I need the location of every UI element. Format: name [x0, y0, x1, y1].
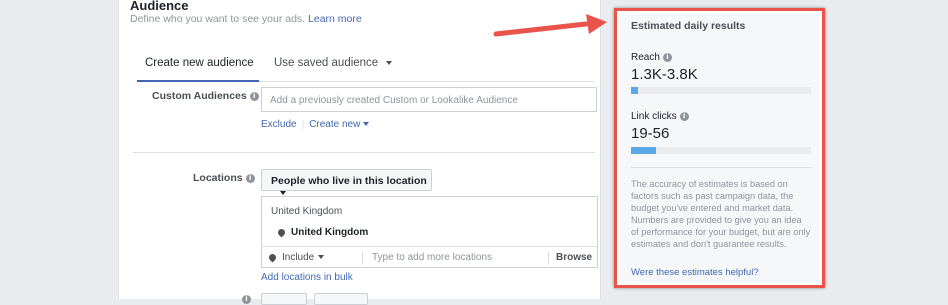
location-group-header: United Kingdom [271, 206, 343, 217]
location-search-input[interactable]: Type to add more locations [372, 252, 492, 263]
chevron-down-icon [318, 255, 325, 260]
custom-audiences-label: Custom Audiences i [152, 90, 259, 102]
estimates-title: Estimated daily results [631, 20, 746, 32]
info-icon[interactable]: i [662, 52, 672, 62]
tab-use-saved-audience[interactable]: Use saved audience [274, 57, 393, 69]
estimates-disclaimer: The accuracy of estimates is based on fa… [631, 179, 811, 250]
create-new-link[interactable]: Create new [309, 119, 370, 130]
label-text: Reach [631, 52, 660, 63]
tab-label: Create new audience [145, 57, 254, 69]
label-text: Locations [193, 172, 243, 184]
include-dropdown[interactable]: Include [267, 252, 325, 263]
learn-more-link[interactable]: Learn more [308, 13, 362, 25]
tab-label: Use saved audience [274, 57, 379, 69]
custom-audience-input[interactable]: Add a previously created Custom or Looka… [261, 87, 597, 112]
input-placeholder: Add a previously created Custom or Looka… [270, 95, 518, 106]
link-clicks-value: 19-56 [631, 125, 670, 142]
section-description: Define who you want to see your ads. Lea… [130, 13, 362, 25]
tab-create-new-audience[interactable]: Create new audience [145, 57, 254, 69]
dropdown-value: People who live in this location [271, 175, 427, 187]
reach-value: 1.3K-3.8K [631, 66, 698, 83]
annotation-arrow [493, 14, 607, 37]
chevron-down-icon [280, 191, 286, 196]
info-icon[interactable]: i [679, 111, 689, 121]
locations-label: Locations i [193, 172, 255, 184]
section-divider [133, 152, 595, 153]
location-pin-icon [276, 227, 287, 238]
chevron-down-icon [386, 60, 393, 65]
info-icon[interactable]: i [249, 91, 259, 101]
location-add-bar: Include Type to add more locations Brows… [262, 246, 597, 269]
reach-bar-fill [631, 87, 639, 94]
description-text: Define who you want to see your ads. [130, 13, 306, 25]
selected-location[interactable]: United Kingdom [276, 227, 369, 238]
estimates-divider [631, 167, 811, 168]
reach-bar [631, 87, 811, 94]
link-clicks-bar-fill [631, 147, 657, 154]
estimates-feedback-link[interactable]: Were these estimates helpful? [631, 267, 759, 278]
select-control[interactable] [261, 293, 307, 305]
divider [548, 251, 549, 265]
label-text: Custom Audiences [152, 90, 247, 102]
location-pin-icon [267, 252, 278, 263]
select-control[interactable] [314, 293, 368, 305]
exclude-link[interactable]: Exclude [261, 119, 297, 130]
locations-box: United Kingdom United Kingdom Include Ty… [261, 196, 598, 268]
chevron-down-icon [363, 122, 370, 127]
active-tab-indicator [137, 80, 259, 82]
reach-label: Reach i [631, 52, 672, 63]
info-icon[interactable]: i [242, 295, 251, 304]
link-clicks-label: Link clicks i [631, 111, 689, 122]
create-new-label: Create new [309, 119, 361, 130]
label-text: Link clicks [631, 111, 677, 122]
location-name: United Kingdom [291, 227, 369, 238]
divider [362, 251, 363, 265]
info-icon[interactable]: i [245, 173, 255, 183]
add-locations-bulk-link[interactable]: Add locations in bulk [261, 272, 353, 283]
custom-audience-actions: Exclude | Create new [261, 119, 370, 130]
section-title: Audience [130, 0, 189, 13]
link-separator: | [301, 119, 305, 130]
link-clicks-bar [631, 147, 811, 154]
location-type-dropdown[interactable]: People who live in this location [261, 169, 432, 196]
include-label: Include [282, 252, 315, 263]
browse-button[interactable]: Browse [556, 252, 592, 263]
